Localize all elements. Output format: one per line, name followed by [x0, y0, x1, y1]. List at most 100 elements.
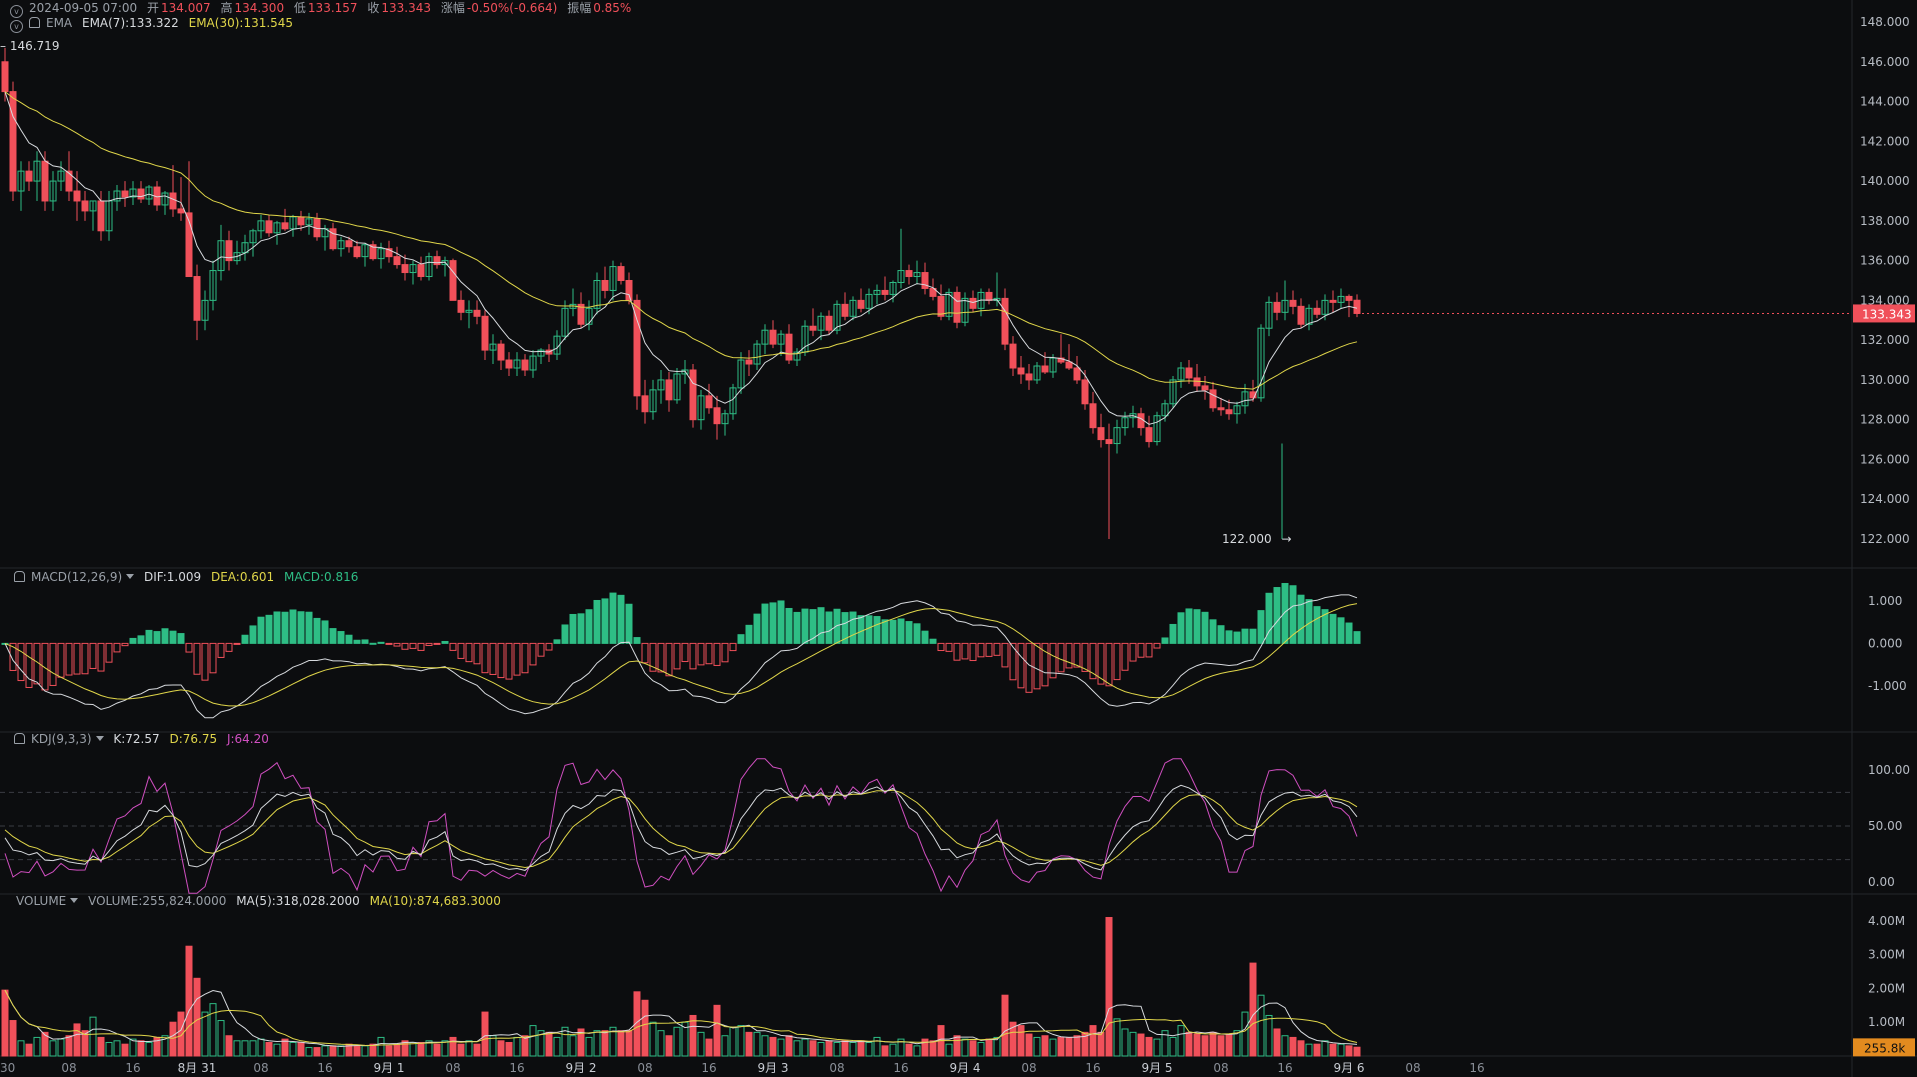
- volume-bar: [1345, 1045, 1353, 1057]
- price-tick: 142.000: [1860, 134, 1910, 148]
- price-tick: 132.000: [1860, 333, 1910, 347]
- macd-tick: 0.000: [1868, 636, 1902, 650]
- macd-bar: [289, 609, 297, 644]
- time-tick: 08: [61, 1061, 76, 1075]
- macd-bar: [577, 613, 585, 644]
- candle-body: [617, 266, 625, 282]
- macd-bar: [793, 611, 801, 644]
- candle-body: [177, 208, 185, 214]
- volume-bar: [713, 1004, 721, 1057]
- macd-bar: [1313, 606, 1321, 644]
- macd-bar: [257, 616, 265, 644]
- dropdown-icon[interactable]: [126, 574, 135, 579]
- macd-bar: [169, 630, 177, 644]
- candle-body: [825, 315, 833, 331]
- ema-label[interactable]: EMA: [46, 16, 72, 30]
- macd-bar: [897, 618, 905, 644]
- macd-bar: [1193, 609, 1201, 644]
- candle-body: [265, 220, 273, 234]
- price-tick: 144.000: [1860, 95, 1910, 109]
- candle-body: [505, 359, 513, 369]
- trading-chart[interactable]: 148.000 146.000 144.000 142.000 140.000 138.0…: [0, 0, 1917, 1077]
- macd-bar: [281, 611, 289, 644]
- amplitude-value: 0.85%: [593, 1, 632, 15]
- volume-bar: [225, 1035, 233, 1057]
- macd-bar: [1233, 631, 1241, 644]
- volume-bar: [617, 1030, 625, 1057]
- dropdown-icon[interactable]: [70, 898, 79, 903]
- macd-bar: [625, 603, 633, 644]
- kdj-tick: 0.00: [1868, 875, 1895, 889]
- candle-body: [1089, 403, 1097, 429]
- candle-body: [449, 260, 457, 301]
- price-tick: 130.000: [1860, 373, 1910, 387]
- kdj-header: KDJ(9,3,3) K:72.57 D:76.75 J:64.20: [14, 731, 275, 747]
- volume-bar: [641, 999, 649, 1057]
- candle-body: [417, 264, 425, 278]
- price-tick: 148.000: [1860, 15, 1910, 29]
- macd-bar: [921, 630, 929, 644]
- macd-bar: [1345, 622, 1353, 644]
- macd-bar: [1209, 619, 1217, 644]
- macd-bar: [569, 613, 577, 644]
- time-tick: 16: [509, 1061, 524, 1075]
- time-tick: 08: [637, 1061, 652, 1075]
- candle-body: [481, 315, 489, 351]
- macd-bar: [313, 617, 321, 644]
- candle-body: [1081, 379, 1089, 405]
- macd-bar: [385, 642, 393, 645]
- candle-body: [1345, 295, 1353, 301]
- candle-body: [1209, 389, 1217, 409]
- price-tick: 140.000: [1860, 174, 1910, 188]
- volume-bar: [433, 1043, 441, 1057]
- volume-bar: [969, 1040, 977, 1057]
- volume-bar: [857, 1040, 865, 1057]
- open-value: 134.007: [160, 1, 211, 15]
- macd-bar: [905, 621, 913, 644]
- volume-label[interactable]: VOLUME: [16, 894, 66, 908]
- volume-bar: [1097, 1031, 1105, 1057]
- macd-bar: [1217, 625, 1225, 644]
- alert-icon[interactable]: [29, 17, 40, 28]
- volume-bar: [809, 1040, 817, 1057]
- kdj-label[interactable]: KDJ(9,3,3): [31, 732, 92, 746]
- volume-bar: [473, 1043, 481, 1057]
- volume-value: VOLUME:255,824.0000: [88, 894, 227, 908]
- macd-bar: [337, 631, 345, 644]
- candle-body: [137, 188, 145, 200]
- price-tick: 138.000: [1860, 214, 1910, 228]
- alert-icon[interactable]: [14, 571, 25, 582]
- dropdown-icon[interactable]: [95, 736, 104, 741]
- volume-bar: [785, 1035, 793, 1057]
- macd-bar: [265, 614, 273, 644]
- volume-bar: [385, 1045, 393, 1057]
- candle-body: [1329, 299, 1337, 303]
- time-tick: 30: [0, 1061, 15, 1075]
- macd-bar: [361, 639, 369, 644]
- volume-bar: [1, 989, 9, 1057]
- candle-body: [665, 379, 673, 401]
- macd-bar: [369, 642, 377, 645]
- time-tick: 9月 5: [1141, 1061, 1172, 1075]
- volume-bar: [1137, 1033, 1145, 1057]
- macd-bar: [137, 635, 145, 644]
- alert-icon[interactable]: [14, 733, 25, 744]
- volume-bar: [1025, 1033, 1033, 1057]
- volume-bar: [313, 1047, 321, 1057]
- high-value: 134.300: [234, 1, 285, 15]
- time-tick: 9月 3: [757, 1061, 788, 1075]
- volume-bar: [97, 1036, 105, 1057]
- macd-bar: [881, 619, 889, 644]
- candle-body: [25, 170, 33, 182]
- candle-body: [1225, 409, 1233, 415]
- volume-bar: [1289, 1036, 1297, 1057]
- collapse-icon[interactable]: v: [10, 20, 23, 33]
- macd-bar: [1273, 587, 1281, 644]
- macd-bar: [1185, 608, 1193, 644]
- macd-label[interactable]: MACD(12,26,9): [31, 570, 122, 584]
- macd-bar: [249, 625, 257, 644]
- candle-body: [1217, 407, 1225, 411]
- macd-bar: [753, 613, 761, 644]
- candle-body: [433, 256, 441, 266]
- macd-bar: [601, 598, 609, 644]
